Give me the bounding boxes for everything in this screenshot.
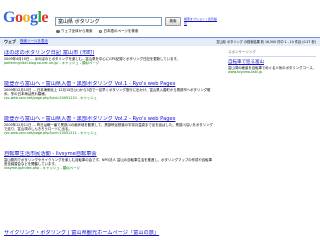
- results-stats: 富山県 ボタリング の検索結果 約 16,500 件中 1 - 10 件目 (0…: [216, 40, 316, 44]
- result-snippet: 2009年12月10日 ... 日本海側北上 12月15日(火)から3泊で一足早…: [4, 88, 211, 97]
- radio-selected-icon: [56, 29, 60, 34]
- result-title-link[interactable]: サイクリング・ボタリング | 富山県観光ホームページ「富山の旅」: [4, 230, 214, 237]
- radio-label: 日本語のページを検索: [103, 29, 139, 33]
- search-result: 能登から富山へ・富山県入善・黒部ボタリング Vol.1 - Ryo's web …: [4, 81, 214, 101]
- result-title-link[interactable]: 自転車生活市民活動 - livsyme自転車会: [4, 151, 214, 158]
- result-title-link[interactable]: ほのぼのボタリング日記 富山市 (市町): [4, 50, 214, 57]
- tab-web[interactable]: ウェブ: [4, 39, 16, 45]
- logo-letter: G: [3, 9, 15, 26]
- search-result: ほのぼのボタリング日記 富山市 (市町) 2009年4月10日 ... ほのぼの…: [4, 50, 214, 66]
- show-options-link[interactable]: 検索ツールを表示: [20, 39, 48, 44]
- result-url[interactable]: ryo-web.xsrv.net/page.php?pid=20091210 -…: [4, 96, 214, 101]
- result-url[interactable]: potteringnikki.blog.so-net.ne.jp/ - キャッシ…: [4, 61, 214, 66]
- search-result: サイクリング・ボタリング | 富山県観光ホームページ「富山の旅」: [4, 230, 214, 237]
- search-result: 能登から富山へ・富山県入善・黒部ボタリング Vol.2 - Ryo's web …: [4, 116, 214, 136]
- search-input[interactable]: 富山県 ボタリング: [55, 17, 162, 26]
- sponsored-url[interactable]: www.toyama-tabi.jp: [228, 70, 316, 74]
- result-url[interactable]: ryo-web.xsrv.net/page.php?pid=20091211 -…: [4, 131, 214, 136]
- search-scope-radios: ウェブ全体から検索 日本語のページを検索: [56, 29, 138, 34]
- search-button[interactable]: 検索: [165, 17, 181, 26]
- logo-letter: o: [22, 9, 30, 26]
- sponsored-links: スポンサーリンク 自転車で巡る富山 富山湾の絶景を自転車でめぐる人気のボタリング…: [228, 50, 316, 74]
- radio-whole-web[interactable]: ウェブ全体から検索: [56, 29, 93, 34]
- result-title-link[interactable]: 能登から富山へ・富山県入善・黒部ボタリング Vol.2 - Ryo's web …: [4, 116, 214, 123]
- search-result: 自転車生活市民活動 - livsyme自転車会 富山県内でボタリングやサイクリン…: [4, 151, 214, 171]
- result-snippet: 2009年12月11日 ... 昨日は朝一番で黒部川の扇状地を散策して、黒部峡谷…: [4, 123, 213, 132]
- radio-japanese-pages[interactable]: 日本語のページを検索: [98, 29, 139, 34]
- sponsored-heading: スポンサーリンク: [228, 50, 316, 57]
- result-title-link[interactable]: 能登から富山へ・富山県入善・黒部ボタリング Vol.1 - Ryo's web …: [4, 81, 214, 88]
- radio-label: ウェブ全体から検索: [61, 29, 93, 33]
- radio-unselected-icon: [98, 29, 102, 34]
- result-url[interactable]: livsyme.jp/index.php - キャッシュ - 類似ページ: [4, 166, 214, 171]
- results-bar-left: ウェブ 検索ツールを表示: [4, 39, 48, 45]
- google-logo[interactable]: Google: [3, 9, 48, 27]
- logo-letter: e: [41, 9, 49, 26]
- advanced-search-link[interactable]: 検索オプション / 表示設定: [184, 17, 218, 25]
